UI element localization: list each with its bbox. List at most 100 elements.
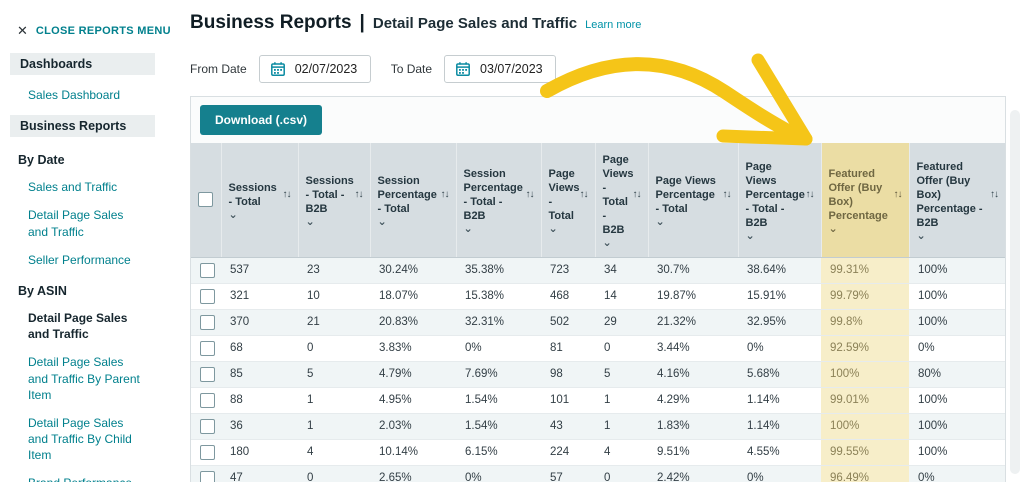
sidebar-item[interactable]: Brand Performance — [28, 475, 145, 482]
cell-featured-offer-percentage: 99.8% — [821, 309, 909, 336]
chevron-down-icon[interactable]: ⌄ — [656, 217, 731, 227]
sidebar-item[interactable]: Sales and Traffic — [28, 179, 145, 195]
column-header[interactable]: Page Views - Total ↑↓ ⌄ — [540, 143, 595, 258]
close-reports-menu[interactable]: ✕ CLOSE REPORTS MENU — [17, 24, 185, 37]
chevron-down-icon[interactable]: ⌄ — [603, 238, 641, 248]
chevron-down-icon[interactable]: ⌄ — [746, 231, 814, 241]
sort-icon[interactable]: ↑↓ — [806, 189, 815, 202]
row-checkbox[interactable] — [200, 314, 215, 330]
sidebar-item[interactable]: Detail Page Sales and Traffic By Parent … — [28, 354, 145, 403]
cell-sessions-total-b2b: 0 — [298, 335, 370, 362]
row-checkbox[interactable] — [200, 340, 215, 356]
table-row[interactable]: 85 5 4.79% 7.69% 98 5 4.16% 5.68% 100% 8… — [191, 361, 1005, 388]
chevron-down-icon[interactable]: ⌄ — [829, 224, 902, 234]
cell-page-views-total-b2b: 34 — [595, 257, 648, 284]
cell-featured-offer-percentage-b2b: 100% — [909, 387, 1005, 414]
to-date-label: To Date — [390, 62, 433, 76]
sidebar-item[interactable]: Business Reports — [10, 115, 155, 138]
cell-sessions-total-b2b: 4 — [298, 439, 370, 466]
sidebar-item[interactable]: Detail Page Sales and Traffic By Child I… — [28, 415, 145, 464]
sort-icon[interactable]: ↑↓ — [283, 189, 292, 202]
cell-page-views-total-b2b: 1 — [595, 387, 648, 414]
sort-icon[interactable]: ↑↓ — [990, 189, 999, 202]
sort-icon[interactable]: ↑↓ — [633, 189, 642, 202]
cell-page-views-total: 43 — [541, 413, 595, 440]
sidebar-item[interactable]: By ASIN — [18, 284, 185, 298]
cell-sessions-total: 88 — [221, 387, 298, 414]
row-checkbox[interactable] — [200, 366, 215, 382]
sidebar-item[interactable]: Sales Dashboard — [28, 87, 145, 103]
to-date-input[interactable]: 03/07/2023 — [444, 55, 557, 83]
from-date-input[interactable]: 02/07/2023 — [258, 55, 371, 83]
chevron-down-icon[interactable]: ⌄ — [464, 224, 534, 234]
calendar-icon — [456, 62, 470, 76]
table-row[interactable]: 321 10 18.07% 15.38% 468 14 19.87% 15.91… — [191, 283, 1005, 310]
chevron-down-icon[interactable]: ⌄ — [549, 224, 588, 234]
sort-icon[interactable]: ↑↓ — [723, 189, 732, 202]
row-checkbox[interactable] — [200, 444, 215, 460]
row-select-cell — [191, 335, 221, 362]
cell-featured-offer-percentage-b2b: 100% — [909, 257, 1005, 284]
sidebar-item[interactable]: Seller Performance — [28, 252, 145, 268]
report-table-card: Download (.csv) Sessions - Total ↑↓ ⌄ Se… — [190, 96, 1006, 482]
scrollbar[interactable] — [1010, 110, 1020, 474]
download-csv-button[interactable]: Download (.csv) — [200, 105, 323, 135]
sidebar-item-label: Detail Page Sales and Traffic — [28, 310, 128, 342]
sidebar-item[interactable]: Dashboards — [10, 53, 155, 75]
sort-icon[interactable]: ↑↓ — [526, 189, 535, 202]
table-row[interactable]: 68 0 3.83% 0% 81 0 3.44% 0% 92.59% 0% — [191, 335, 1005, 362]
row-checkbox[interactable] — [200, 392, 215, 408]
chevron-down-icon[interactable]: ⌄ — [378, 217, 449, 227]
column-header[interactable]: Featured Offer (Buy Box) Percentage ↑↓ ⌄ — [820, 143, 909, 258]
sidebar-item-label: Sales and Traffic — [28, 180, 118, 195]
table-row[interactable]: 88 1 4.95% 1.54% 101 1 4.29% 1.14% 99.01… — [191, 387, 1005, 414]
row-select-cell — [191, 361, 221, 388]
cell-page-views-percentage-total-b2b: 38.64% — [738, 257, 821, 284]
learn-more-link[interactable]: Learn more — [585, 19, 641, 31]
column-header[interactable]: Featured Offer (Buy Box) Percentage - B2… — [908, 143, 1005, 258]
column-header[interactable]: Sessions - Total - B2B ↑↓ ⌄ — [297, 143, 370, 258]
column-header[interactable]: Session Percentage - Total ↑↓ ⌄ — [369, 143, 456, 258]
cell-sessions-total-b2b: 1 — [298, 387, 370, 414]
table-row[interactable]: 47 0 2.65% 0% 57 0 2.42% 0% 96.49% 0% — [191, 465, 1005, 482]
sort-icon[interactable]: ↑↓ — [580, 189, 589, 202]
cell-page-views-total-b2b: 5 — [595, 361, 648, 388]
row-checkbox[interactable] — [200, 288, 215, 304]
from-date-label: From Date — [190, 62, 247, 76]
sidebar-item-label: Business Reports — [20, 119, 127, 134]
cell-featured-offer-percentage: 100% — [821, 361, 909, 388]
sidebar-item[interactable]: By Date — [18, 153, 185, 167]
cell-session-percentage-total: 4.79% — [370, 361, 456, 388]
column-label: Session Percentage - Total — [377, 175, 437, 216]
column-header[interactable]: Sessions - Total ↑↓ ⌄ — [220, 143, 298, 258]
sidebar-item[interactable]: Detail Page Sales and Traffic — [28, 310, 145, 342]
chevron-down-icon[interactable]: ⌄ — [229, 210, 291, 220]
cell-featured-offer-percentage: 99.79% — [821, 283, 909, 310]
cell-featured-offer-percentage: 99.31% — [821, 257, 909, 284]
column-header[interactable]: Page Views - Total - B2B ↑↓ ⌄ — [594, 143, 648, 258]
sort-icon[interactable]: ↑↓ — [894, 189, 903, 202]
sort-icon[interactable]: ↑↓ — [355, 189, 364, 202]
column-header[interactable]: Page Views Percentage - Total ↑↓ ⌄ — [647, 143, 738, 258]
table-toolbar: Download (.csv) — [191, 97, 1005, 143]
chevron-down-icon[interactable]: ⌄ — [917, 231, 999, 241]
row-checkbox[interactable] — [200, 418, 215, 434]
cell-page-views-percentage-total: 4.16% — [648, 361, 738, 388]
row-checkbox[interactable] — [200, 262, 215, 278]
sidebar-item-label: Brand Performance — [28, 476, 132, 482]
chevron-down-icon[interactable]: ⌄ — [306, 217, 363, 227]
table-row[interactable]: 370 21 20.83% 32.31% 502 29 21.32% 32.95… — [191, 309, 1005, 336]
table-row[interactable]: 180 4 10.14% 6.15% 224 4 9.51% 4.55% 99.… — [191, 439, 1005, 466]
sidebar-item[interactable]: Detail Page Sales and Traffic — [28, 207, 145, 239]
select-all-checkbox[interactable] — [198, 192, 214, 208]
row-checkbox[interactable] — [200, 470, 215, 482]
table-row[interactable]: 537 23 30.24% 35.38% 723 34 30.7% 38.64%… — [191, 257, 1005, 284]
cell-session-percentage-total: 2.03% — [370, 413, 456, 440]
sort-icon[interactable]: ↑↓ — [441, 189, 450, 202]
sidebar-item-label: Detail Page Sales and Traffic By Child I… — [28, 415, 132, 463]
cell-page-views-percentage-total: 3.44% — [648, 335, 738, 362]
row-select-cell — [191, 257, 221, 284]
column-header[interactable]: Session Percentage - Total - B2B ↑↓ ⌄ — [455, 143, 541, 258]
column-header[interactable]: Page Views Percentage - Total - B2B ↑↓ ⌄ — [737, 143, 821, 258]
table-row[interactable]: 36 1 2.03% 1.54% 43 1 1.83% 1.14% 100% 1… — [191, 413, 1005, 440]
